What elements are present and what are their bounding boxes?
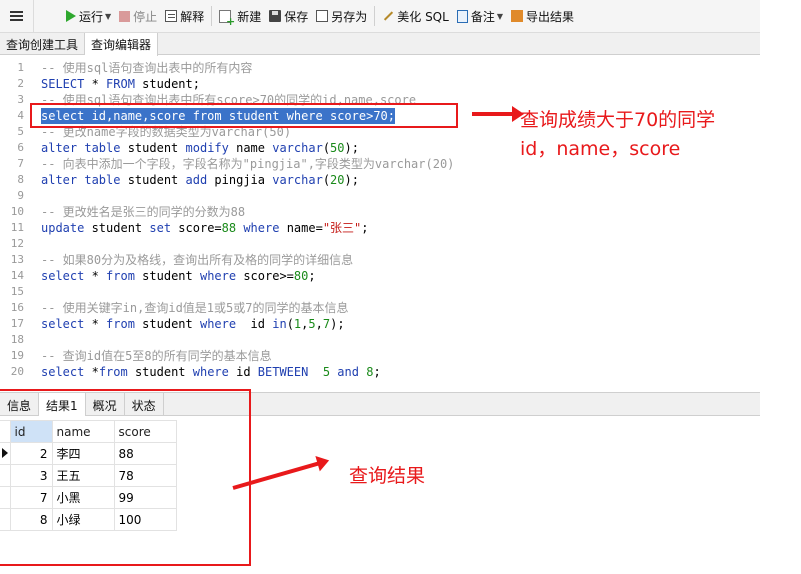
note-icon [456,9,468,23]
main-toolbar: 运行 ▼ 停止 解释 新建 保存 另存为 美化 SQL 备注 ▼ 导出结果 [0,0,760,33]
tab-query-builder[interactable]: 查询创建工具 [0,33,86,55]
explain-button[interactable]: 解释 [161,4,208,28]
red-arrow-icon [472,106,524,122]
tab-query-editor[interactable]: 查询编辑器 [85,33,159,56]
beautify-sql-button[interactable]: 美化 SQL [378,4,453,28]
chevron-down-icon[interactable]: ▼ [497,12,503,21]
new-button[interactable]: 新建 [215,4,265,28]
run-button[interactable]: 运行 ▼ [62,4,115,28]
menu-button[interactable] [0,0,34,33]
result-annotation: 查询结果 [349,465,426,487]
chevron-down-icon[interactable]: ▼ [105,12,111,21]
save-button[interactable]: 保存 [265,4,312,28]
toolbar-divider [374,6,376,26]
result-highlight-box [0,389,251,566]
stop-icon [119,10,131,22]
play-icon [66,10,76,22]
editor-tabs: 查询创建工具 查询编辑器 [0,33,760,56]
hamburger-icon [10,15,23,17]
query-annotation: 查询成绩大于70的同学 id，name，score [520,109,716,160]
new-file-icon [219,9,235,28]
stop-button[interactable]: 停止 [115,4,161,28]
magic-wand-icon [382,10,394,22]
note-button[interactable]: 备注 ▼ [453,4,507,28]
export-results-button[interactable]: 导出结果 [507,4,578,28]
export-icon [511,10,523,22]
toolbar-divider [211,6,213,26]
save-icon [269,10,282,22]
explain-icon [165,10,178,22]
save-as-icon [316,10,329,22]
query-highlight-box [30,103,458,128]
save-as-button[interactable]: 另存为 [312,4,371,28]
